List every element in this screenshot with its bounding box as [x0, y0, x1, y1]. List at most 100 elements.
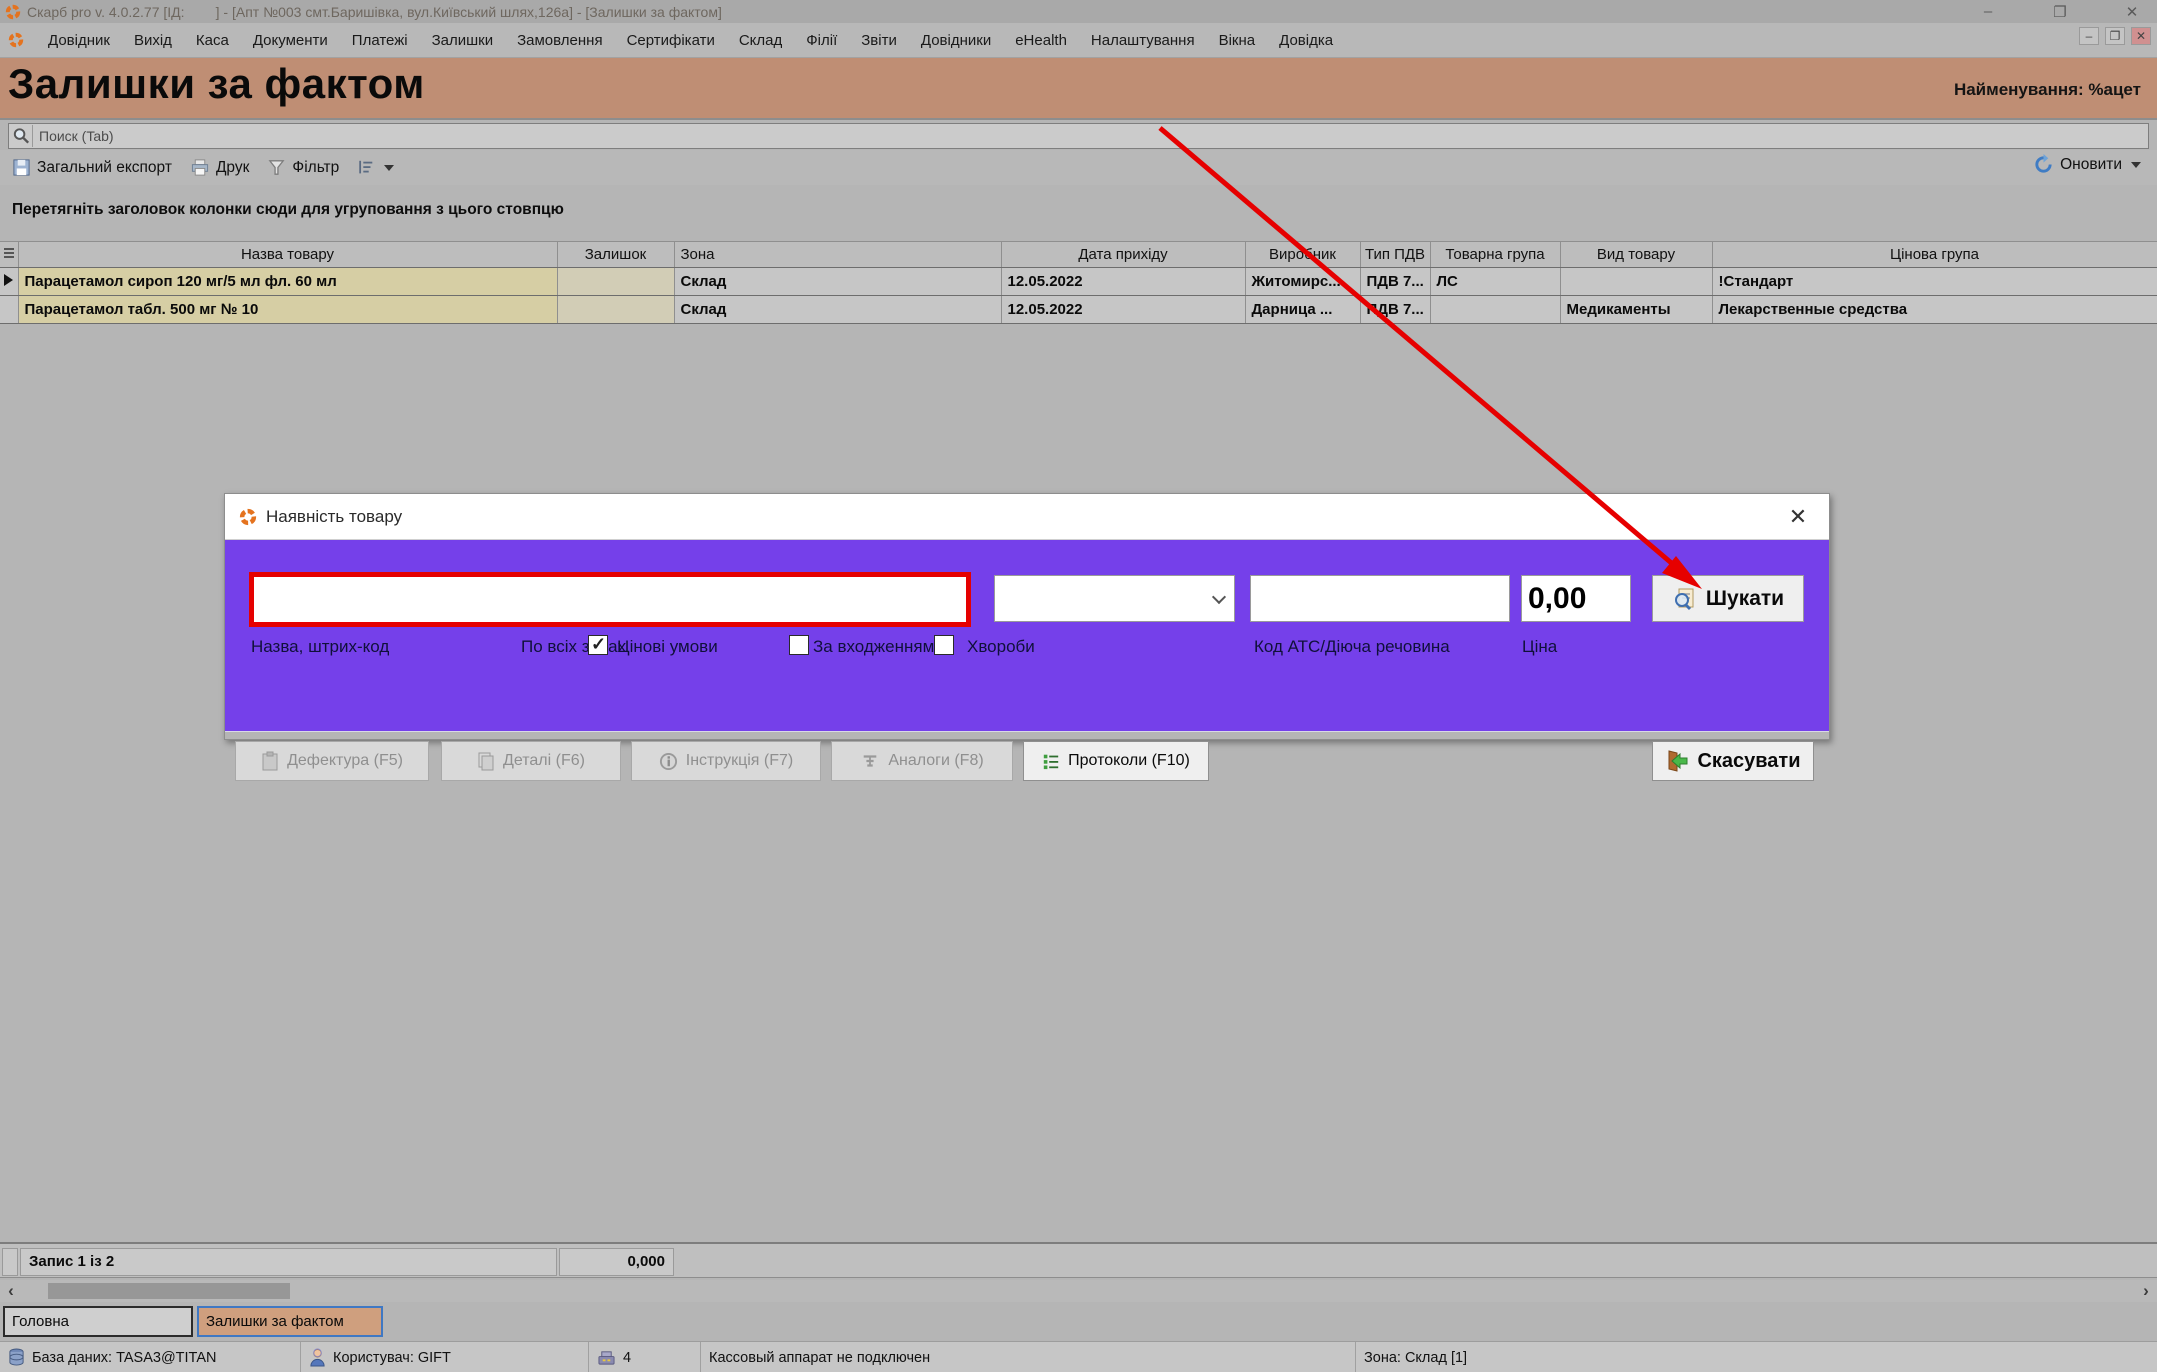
cell-producer[interactable]: Дарница ...	[1245, 296, 1360, 324]
instruction-button[interactable]: Інструкція (F7)	[631, 741, 821, 781]
column-header-zone[interactable]: Зона	[674, 242, 1001, 268]
mdi-close-icon[interactable]: ✕	[2131, 27, 2151, 45]
print-button[interactable]: Друк	[186, 156, 253, 179]
cell-producer[interactable]: Житомирс...	[1245, 268, 1360, 296]
cell-tgroup[interactable]: ЛС	[1430, 268, 1560, 296]
cell-vat[interactable]: ПДВ 7...	[1360, 268, 1430, 296]
filter-button[interactable]: Фільтр	[263, 156, 343, 179]
column-header-date[interactable]: Дата прихіду	[1001, 242, 1245, 268]
menu-zamovlennia[interactable]: Замовлення	[517, 32, 602, 49]
protocols-button[interactable]: Протоколи (F10)	[1023, 741, 1209, 781]
product-name-input[interactable]	[254, 577, 966, 622]
cell-pricegroup[interactable]: Лекарственные средства	[1712, 296, 2157, 324]
cell-name[interactable]: Парацетамол сироп 120 мг/5 мл фл. 60 мл	[18, 268, 557, 296]
search-icon	[11, 125, 33, 147]
menu-sklad[interactable]: Склад	[739, 32, 782, 49]
menu-kasa[interactable]: Каса	[196, 32, 229, 49]
column-header-producer[interactable]: Виробник	[1245, 242, 1360, 268]
column-header-kind[interactable]: Вид товару	[1560, 242, 1712, 268]
menu-dovidnyk[interactable]: Довідник	[48, 32, 110, 49]
menu-ehealth[interactable]: eHealth	[1015, 32, 1067, 49]
refresh-button[interactable]: Оновити	[2033, 154, 2141, 175]
horizontal-scrollbar[interactable]: ‹ ›	[0, 1280, 2157, 1302]
grid-menu-icon[interactable]	[4, 246, 14, 260]
dialog-close-icon[interactable]: ✕	[1785, 504, 1811, 530]
footer-indicator-cell	[2, 1248, 18, 1276]
printer-icon	[190, 158, 210, 177]
cell-vat[interactable]: ПДВ 7...	[1360, 296, 1430, 324]
diseases-combobox[interactable]	[994, 575, 1235, 622]
cell-tgroup[interactable]	[1430, 296, 1560, 324]
minimize-icon[interactable]: –	[1977, 3, 1999, 20]
menu-zvity[interactable]: Звіти	[861, 32, 897, 49]
atc-code-input[interactable]	[1250, 575, 1510, 622]
tab-home[interactable]: Головна	[3, 1306, 193, 1337]
defect-button[interactable]: Дефектура (F5)	[235, 741, 429, 781]
cell-rest[interactable]	[557, 296, 674, 324]
cell-date[interactable]: 12.05.2022	[1001, 268, 1245, 296]
menu-vikna[interactable]: Вікна	[1219, 32, 1256, 49]
menu-zalyshky[interactable]: Залишки	[432, 32, 494, 49]
mdi-window-controls: – ❐ ✕	[2079, 27, 2151, 45]
menu-dovidnyky[interactable]: Довідники	[921, 32, 991, 49]
table-row[interactable]: Парацетамол сироп 120 мг/5 мл фл. 60 мл …	[0, 268, 2157, 296]
search-box	[8, 123, 2149, 149]
device-count: 4	[623, 1350, 631, 1366]
row-pointer-icon	[4, 274, 13, 286]
column-header-name[interactable]: Назва товару	[18, 242, 557, 268]
cell-kind[interactable]	[1560, 268, 1712, 296]
search-product-button[interactable]: Шукати	[1652, 575, 1804, 622]
cell-pricegroup[interactable]: !Стандарт	[1712, 268, 2157, 296]
close-icon[interactable]: ✕	[2121, 3, 2143, 21]
pages-icon	[477, 751, 495, 771]
cell-kind[interactable]: Медикаменты	[1560, 296, 1712, 324]
menu-sertyfikaty[interactable]: Сертифікати	[627, 32, 715, 49]
cash-status-label: Кассовый аппарат не подключен	[709, 1350, 930, 1366]
by-entry-checkbox[interactable]	[789, 635, 809, 655]
price-terms-checkbox[interactable]	[588, 635, 608, 655]
cell-rest[interactable]	[557, 268, 674, 296]
table-row[interactable]: Парацетамол табл. 500 мг № 10 Склад 12.0…	[0, 296, 2157, 324]
menu-vykhid[interactable]: Вихід	[134, 32, 172, 49]
column-header-vat[interactable]: Тип ПДВ	[1360, 242, 1430, 268]
search-input[interactable]	[33, 128, 2148, 144]
app-logo-icon	[239, 508, 257, 526]
scroll-left-icon[interactable]: ‹	[2, 1282, 20, 1300]
menu-filii[interactable]: Філії	[806, 32, 837, 49]
scrollbar-thumb[interactable]	[48, 1283, 290, 1299]
page-header: Залишки за фактом Найменування: %ацет	[0, 58, 2157, 118]
clipboard-icon	[261, 751, 279, 771]
exit-door-icon	[1665, 749, 1689, 773]
column-header-tgroup[interactable]: Товарна група	[1430, 242, 1560, 268]
price-input[interactable]	[1521, 575, 1631, 622]
column-header-rest[interactable]: Залишок	[557, 242, 674, 268]
scroll-right-icon[interactable]: ›	[2137, 1282, 2155, 1300]
statusbar-zone: Зона: Склад [1]	[1355, 1342, 2157, 1372]
cell-date[interactable]: 12.05.2022	[1001, 296, 1245, 324]
menu-dovidka[interactable]: Довідка	[1279, 32, 1333, 49]
column-header-pricegroup[interactable]: Цінова група	[1712, 242, 2157, 268]
cancel-button[interactable]: Скасувати	[1652, 741, 1814, 781]
export-button[interactable]: Загальний експорт	[8, 156, 176, 179]
search-button-label: Шукати	[1706, 587, 1784, 611]
details-button[interactable]: Деталі (F6)	[441, 741, 621, 781]
mdi-minimize-icon[interactable]: –	[2079, 27, 2099, 45]
menu-bar: Довідник Вихід Каса Документи Платежі За…	[0, 23, 2157, 58]
mdi-restore-icon[interactable]: ❐	[2105, 27, 2125, 45]
analogs-button[interactable]: Аналоги (F8)	[831, 741, 1013, 781]
restore-icon[interactable]: ❐	[2049, 3, 2071, 21]
view-options-button[interactable]	[353, 157, 398, 179]
cell-name[interactable]: Парацетамол табл. 500 мг № 10	[18, 296, 557, 324]
export-label: Загальний експорт	[37, 159, 172, 177]
diseases-checkbox[interactable]	[934, 635, 954, 655]
search-doc-icon	[1672, 586, 1698, 612]
cell-zone[interactable]: Склад	[674, 296, 1001, 324]
tab-stock-by-fact[interactable]: Залишки за фактом	[197, 1306, 383, 1337]
name-field-label: Назва, штрих-код	[251, 637, 389, 657]
menu-dokumenty[interactable]: Документи	[253, 32, 328, 49]
cell-zone[interactable]: Склад	[674, 268, 1001, 296]
menu-nalashtuvannia[interactable]: Налаштування	[1091, 32, 1195, 49]
menu-platezhi[interactable]: Платежі	[352, 32, 408, 49]
details-button-label: Деталі (F6)	[503, 752, 585, 770]
rest-total-value: 0,000	[559, 1248, 674, 1276]
